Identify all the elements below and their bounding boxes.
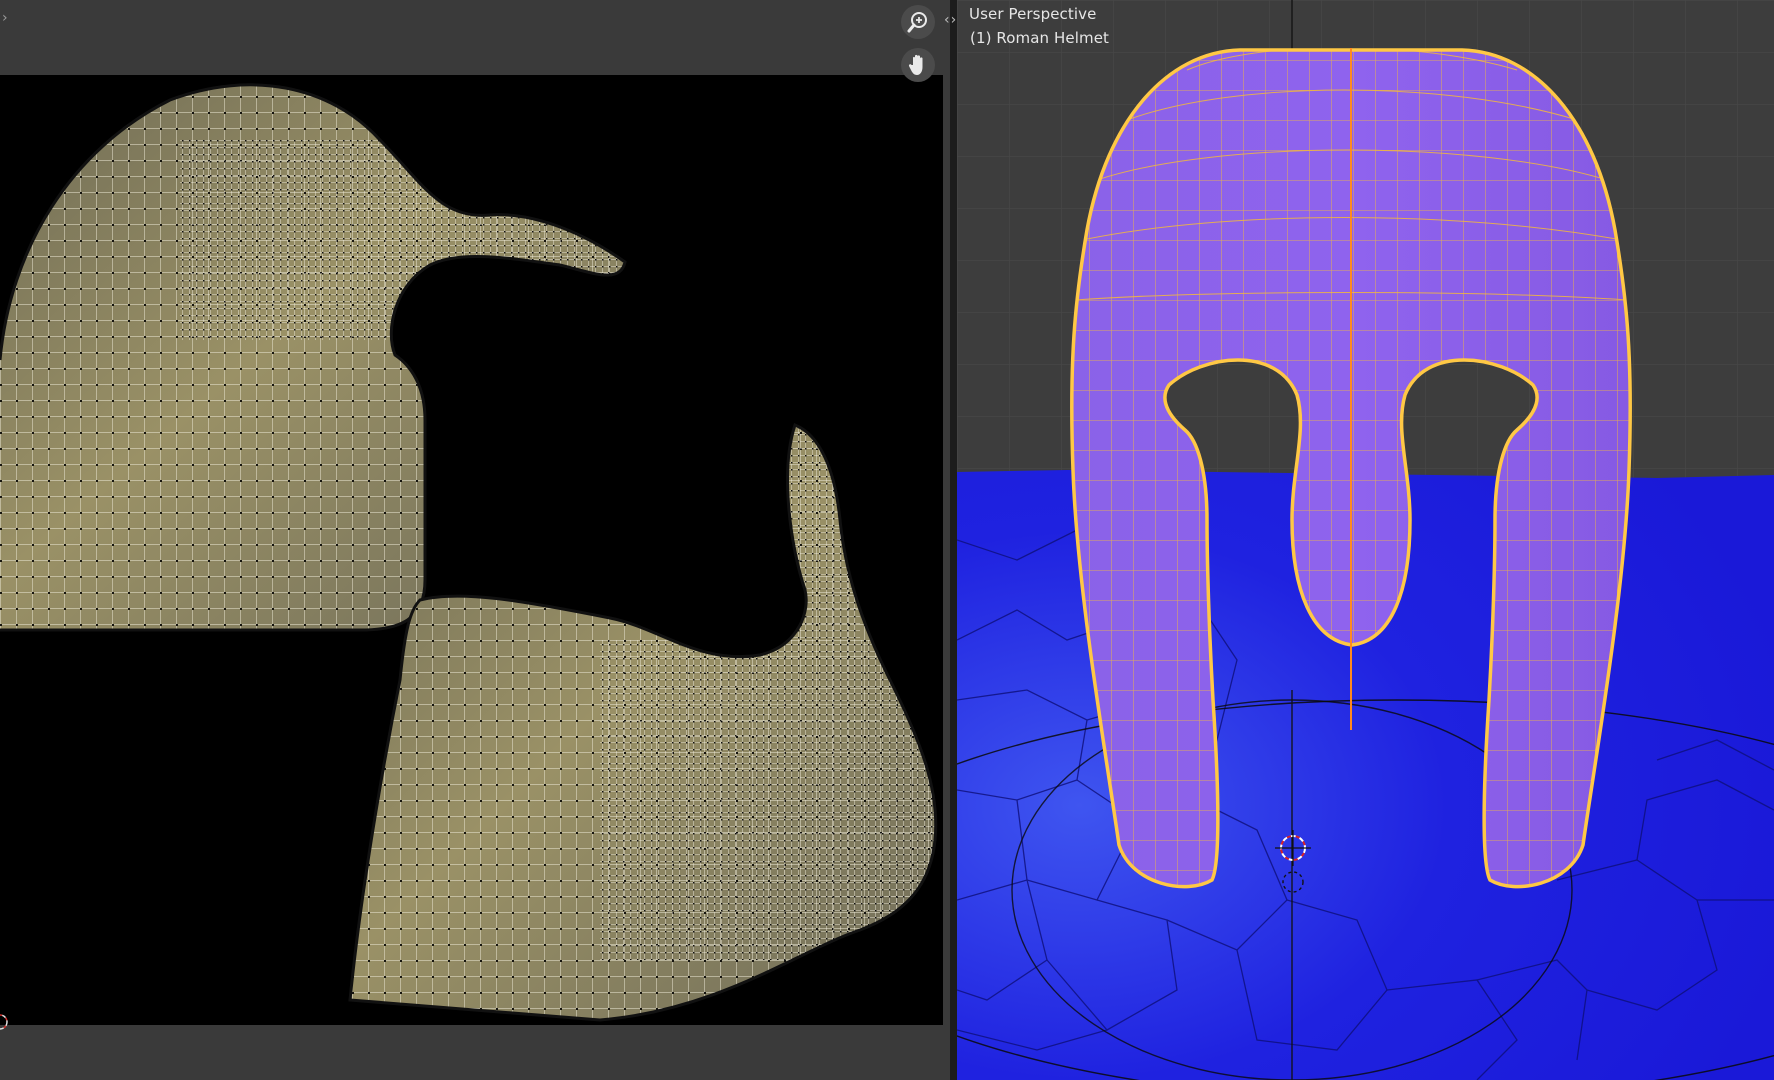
uv-canvas[interactable]: [0, 75, 943, 1025]
split-arrows[interactable]: ‹›: [944, 12, 957, 28]
zoom-in-icon: [907, 12, 927, 33]
uv-editor[interactable]: ›: [0, 0, 950, 1080]
uv-island-helmet-left[interactable]: [0, 75, 640, 635]
hand-pan-icon: [908, 54, 923, 75]
pan-button[interactable]: [901, 48, 935, 82]
cursor-2d-icon: [0, 1014, 8, 1030]
view-name: User Perspective: [969, 5, 1097, 23]
area-split-divider[interactable]: [950, 0, 957, 1080]
uv-islands: [0, 75, 938, 1022]
zoom-button[interactable]: [901, 5, 935, 39]
viewport-scene: [957, 0, 1774, 1080]
object-label: (1) Roman Helmet: [970, 29, 1110, 47]
toolbar-toggle-arrow[interactable]: ›: [2, 10, 8, 26]
3d-viewport[interactable]: User Perspective (1) Roman Helmet: [957, 0, 1774, 1080]
